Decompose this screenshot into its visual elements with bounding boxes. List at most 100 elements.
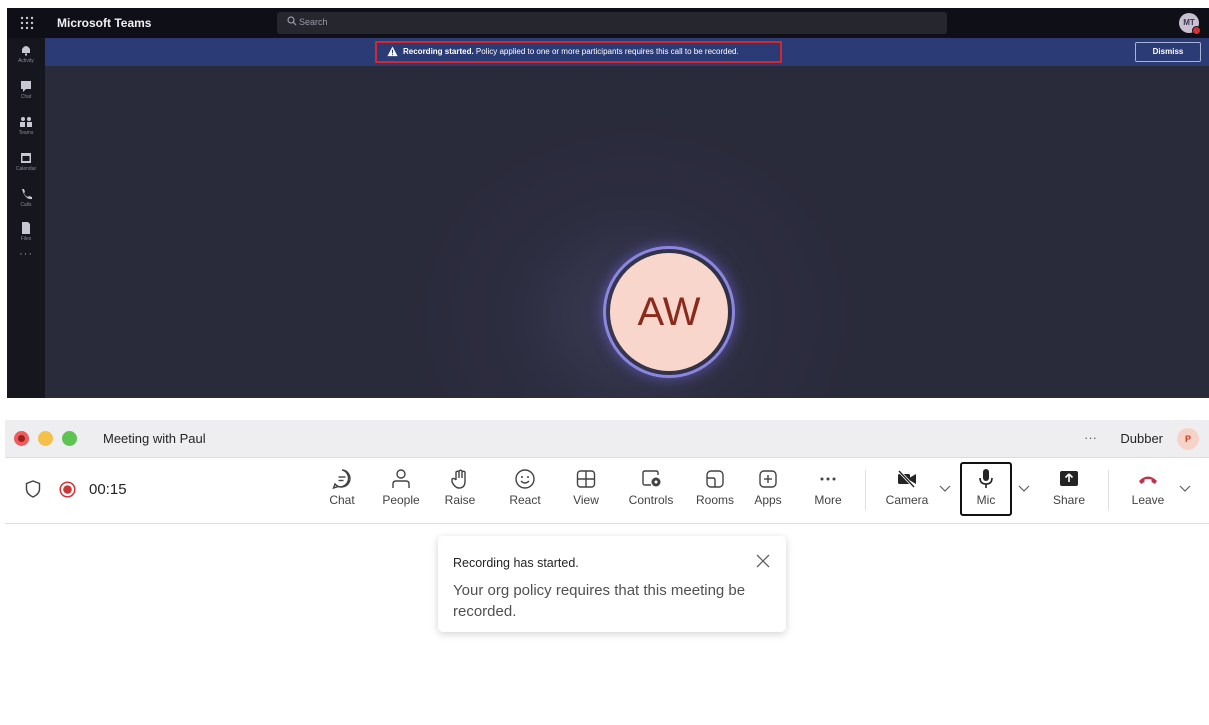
react-label: React <box>509 493 541 507</box>
people-icon <box>392 469 410 488</box>
camera-options-chevron-down-icon[interactable] <box>939 485 951 493</box>
share-label: Share <box>1052 493 1086 507</box>
recording-banner: Recording started. Policy applied to one… <box>45 38 1209 66</box>
chat-icon <box>21 81 31 92</box>
org-name: Dubber <box>1120 431 1163 446</box>
leave-label: Leave <box>1131 493 1165 507</box>
more-options-button[interactable]: ··· <box>1084 430 1097 445</box>
meeting-stage: AW <box>45 66 1209 398</box>
raise-label: Raise <box>444 493 476 507</box>
meeting-title: Meeting with Paul <box>103 431 206 446</box>
leave-options-chevron-down-icon[interactable] <box>1179 485 1191 493</box>
rail-label: Calls <box>20 202 32 208</box>
banner-message-detail: Policy applied to one or more participan… <box>473 47 739 56</box>
mic-label: Mic <box>976 493 996 507</box>
recording-notice-highlight: Recording started. Policy applied to one… <box>375 41 782 63</box>
rail-label: Teams <box>18 130 34 136</box>
share-screen-icon <box>1060 471 1078 486</box>
add-apps-icon <box>759 470 777 488</box>
chat-icon <box>332 469 351 490</box>
raise-hand-button[interactable]: Raise <box>434 468 486 514</box>
hang-up-icon <box>1139 476 1157 484</box>
rooms-icon <box>706 470 724 488</box>
share-button[interactable]: Share <box>1043 468 1095 514</box>
search-input[interactable]: Search <box>277 12 947 34</box>
chat-label: Chat <box>329 493 355 507</box>
camera-button[interactable]: Camera <box>879 468 935 514</box>
more-icon <box>820 477 836 481</box>
recording-indicator-icon <box>59 481 76 498</box>
minimize-window-button[interactable] <box>38 431 53 446</box>
rail-item-calendar[interactable]: Calendar <box>7 148 45 182</box>
app-title: Microsoft Teams <box>57 16 152 30</box>
participant-tile[interactable]: AW <box>603 246 735 378</box>
app-rail: Activity Chat Teams Calendar Calls Files… <box>7 38 45 398</box>
rail-item-files[interactable]: Files <box>7 218 45 252</box>
phone-icon <box>22 189 32 200</box>
more-label: More <box>814 493 842 507</box>
rail-more-button[interactable]: ··· <box>7 248 45 260</box>
app-launcher-icon[interactable] <box>19 15 35 31</box>
notification-body: Your org policy requires that this meeti… <box>453 582 746 620</box>
mic-options-chevron-down-icon[interactable] <box>1018 485 1030 493</box>
camera-label: Camera <box>885 493 929 507</box>
smiley-icon <box>515 469 535 489</box>
participant-avatar: AW <box>610 253 728 371</box>
teams-desktop-window: Meeting with Paul ··· Dubber P 00:15 Cha… <box>0 420 1209 725</box>
controls-button[interactable]: Controls <box>620 468 682 514</box>
camera-off-icon <box>897 469 916 489</box>
controls-label: Controls <box>628 493 674 507</box>
recording-notification: Recording has started. Your org policy r… <box>438 536 786 632</box>
teams-web-window: Microsoft Teams Search MT Activity Chat <box>7 8 1209 398</box>
rooms-label: Rooms <box>695 493 734 507</box>
mic-button[interactable]: Mic <box>960 468 1012 514</box>
rooms-button[interactable]: Rooms <box>686 468 744 514</box>
meeting-toolbar: 00:15 Chat People Raise React View Contr… <box>5 458 1209 524</box>
rail-label: Calendar <box>15 166 37 172</box>
warning-icon <box>387 46 398 57</box>
rail-item-chat[interactable]: Chat <box>7 76 45 110</box>
rail-item-teams[interactable]: Teams <box>7 112 45 146</box>
grid-view-icon <box>576 470 596 488</box>
search-placeholder: Search <box>299 17 328 27</box>
rail-item-activity[interactable]: Activity <box>7 40 45 74</box>
search-icon <box>287 16 297 26</box>
rail-item-calls[interactable]: Calls <box>7 184 45 218</box>
calendar-icon <box>21 153 31 163</box>
hand-icon <box>451 469 466 489</box>
user-avatar[interactable]: MT <box>1179 13 1201 35</box>
close-window-button[interactable] <box>14 431 29 446</box>
chat-button[interactable]: Chat <box>316 468 368 514</box>
presence-busy-icon <box>1192 26 1201 35</box>
banner-message-bold: Recording started. <box>403 47 474 56</box>
dismiss-button[interactable]: Dismiss <box>1135 42 1201 62</box>
leave-button[interactable]: Leave <box>1122 468 1174 514</box>
files-icon <box>22 222 30 234</box>
people-button[interactable]: People <box>375 468 427 514</box>
bell-icon <box>22 46 30 56</box>
banner-message: Recording started. Policy applied to one… <box>403 47 739 56</box>
apps-button[interactable]: Apps <box>742 468 794 514</box>
people-label: People <box>382 493 420 507</box>
rail-label: Chat <box>20 94 32 100</box>
teams-icon <box>20 117 32 127</box>
react-button[interactable]: React <box>499 468 551 514</box>
meeting-content-area: Recording has started. Your org policy r… <box>0 524 1209 725</box>
apps-label: Apps <box>754 493 782 507</box>
maximize-window-button[interactable] <box>62 431 77 446</box>
close-icon[interactable] <box>756 554 770 568</box>
rail-label: Files <box>20 236 32 242</box>
view-button[interactable]: View <box>560 468 612 514</box>
avatar-initials: MT <box>1183 18 1195 27</box>
view-label: View <box>573 493 599 507</box>
title-bar: Microsoft Teams Search MT <box>7 8 1209 38</box>
more-button[interactable]: More <box>802 468 854 514</box>
toolbar-divider <box>865 470 866 510</box>
shield-icon[interactable] <box>25 480 41 498</box>
account-avatar[interactable]: P <box>1177 428 1199 450</box>
controls-icon <box>642 470 661 487</box>
microphone-icon <box>979 469 993 488</box>
meeting-timer: 00:15 <box>89 481 127 498</box>
rail-label: Activity <box>18 58 34 64</box>
toolbar-divider <box>1108 470 1109 510</box>
